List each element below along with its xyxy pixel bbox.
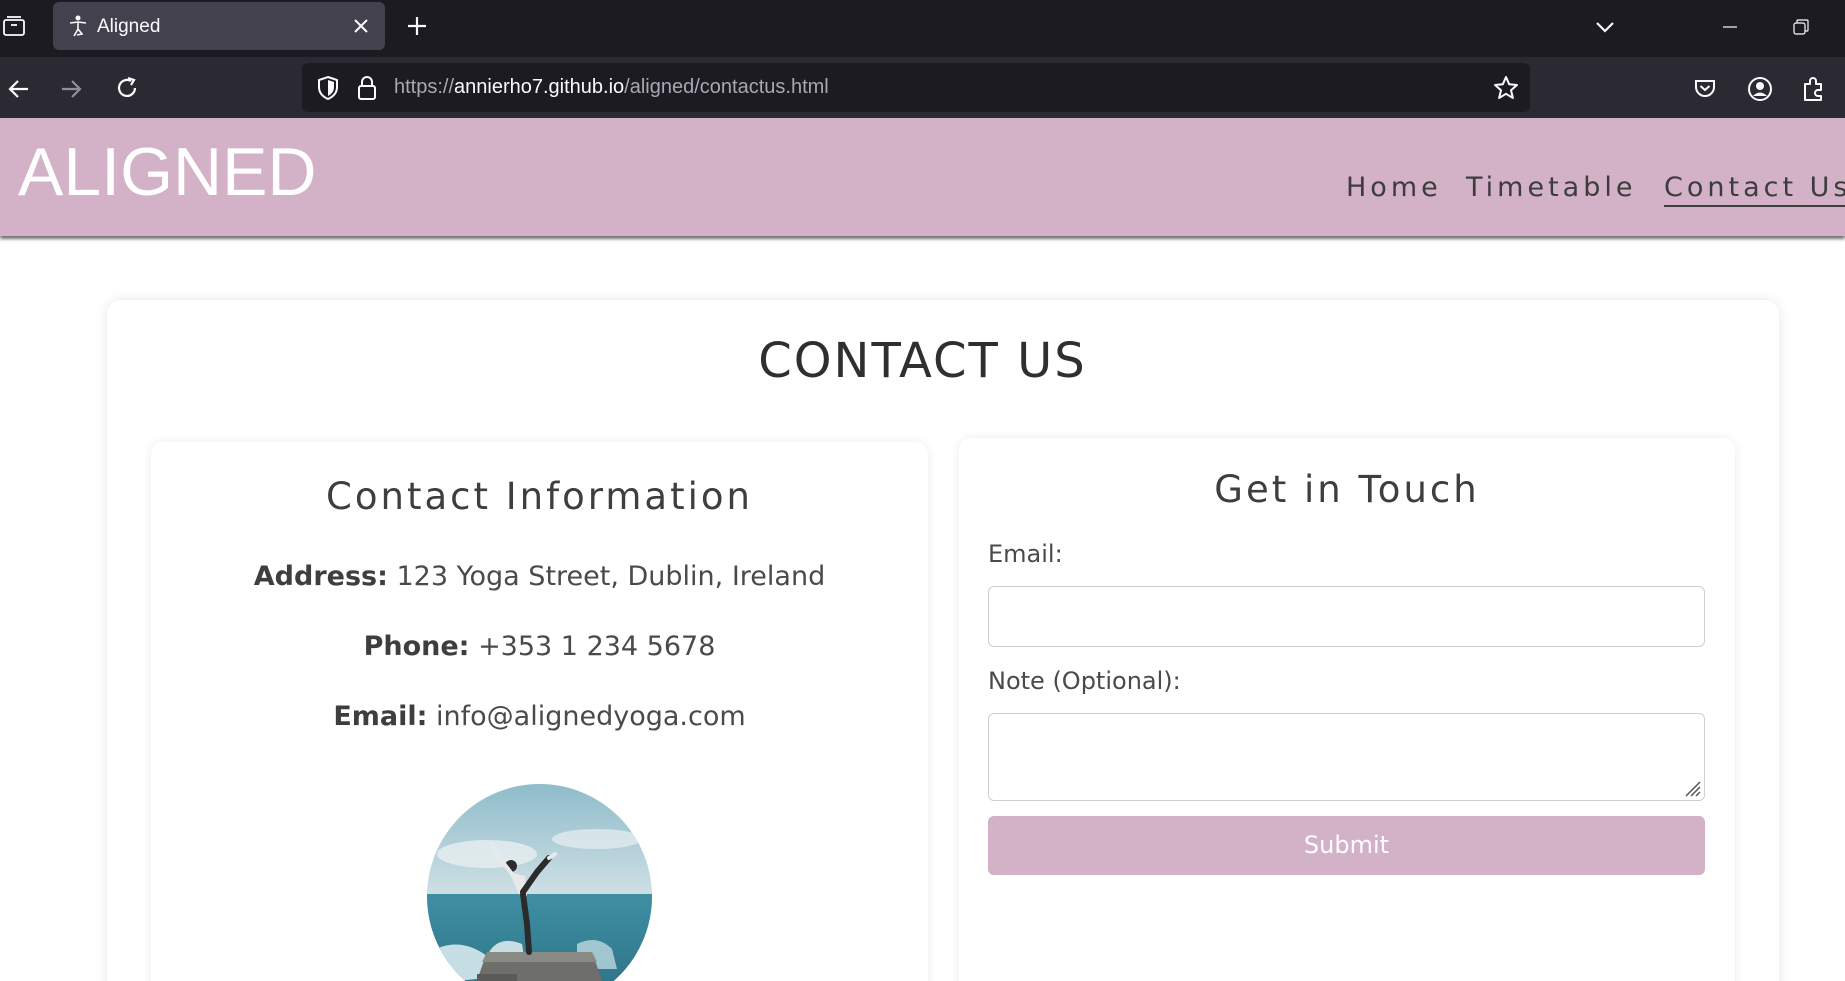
email-value: info@alignedyoga.com (436, 701, 746, 732)
tab-title: Aligned (97, 16, 161, 37)
email-label: Email: (333, 701, 428, 732)
site-header: ALIGNED Home Timetable Contact Us (0, 118, 1845, 236)
address-label: Address: (253, 561, 388, 592)
extensions-puzzle-icon[interactable] (1800, 75, 1826, 103)
site-logo[interactable]: ALIGNED (18, 138, 317, 206)
browser-tab[interactable]: Aligned (53, 2, 385, 50)
phone-value: +353 1 234 5678 (478, 631, 716, 662)
back-arrow-icon[interactable] (6, 76, 32, 102)
phone-line: Phone: +353 1 234 5678 (151, 631, 928, 662)
page-title: CONTACT US (758, 333, 1087, 389)
address-bar[interactable]: https://annierho7.github.io/aligned/cont… (302, 63, 1530, 112)
browser-tab-bar: Aligned (0, 0, 1845, 57)
email-line: Email: info@alignedyoga.com (151, 701, 928, 732)
address-line: Address: 123 Yoga Street, Dublin, Irelan… (151, 561, 928, 592)
pocket-icon[interactable] (1692, 75, 1718, 101)
phone-label: Phone: (363, 631, 470, 662)
form-heading: Get in Touch (1214, 468, 1480, 511)
reload-icon[interactable] (114, 75, 140, 101)
minimize-window-icon[interactable] (1717, 14, 1743, 40)
address-value: 123 Yoga Street, Dublin, Ireland (396, 561, 826, 592)
nav-link-contact-us[interactable]: Contact Us (1664, 172, 1845, 208)
account-icon[interactable] (1746, 75, 1774, 103)
resize-grip-icon[interactable] (1682, 778, 1702, 798)
lock-icon[interactable] (356, 74, 378, 102)
tab-list-icon[interactable] (2, 14, 26, 38)
chevron-down-icon[interactable] (1592, 14, 1618, 40)
url-text: https://annierho7.github.io/aligned/cont… (394, 76, 829, 99)
note-field-label: Note (Optional): (988, 667, 1181, 695)
url-path: /aligned/contactus.html (624, 76, 829, 98)
email-field-label: Email: (988, 540, 1063, 568)
submit-button[interactable]: Submit (988, 816, 1705, 875)
yoga-favicon-icon (69, 15, 87, 37)
tracking-shield-icon[interactable] (316, 75, 340, 101)
url-host: annierho7.github.io (454, 76, 625, 98)
restore-window-icon[interactable] (1788, 14, 1814, 40)
contact-form-card (959, 438, 1735, 981)
close-tab-icon[interactable] (349, 14, 373, 38)
new-tab-icon[interactable] (404, 13, 430, 39)
note-textarea[interactable] (988, 713, 1705, 801)
nav-link-home[interactable]: Home (1346, 172, 1442, 204)
forward-arrow-icon[interactable] (58, 76, 84, 102)
email-input[interactable] (988, 586, 1705, 647)
url-scheme: https:// (394, 76, 455, 98)
bookmark-star-icon[interactable] (1492, 74, 1520, 102)
nav-link-timetable[interactable]: Timetable (1466, 172, 1636, 204)
contact-info-heading: Contact Information (326, 475, 753, 518)
